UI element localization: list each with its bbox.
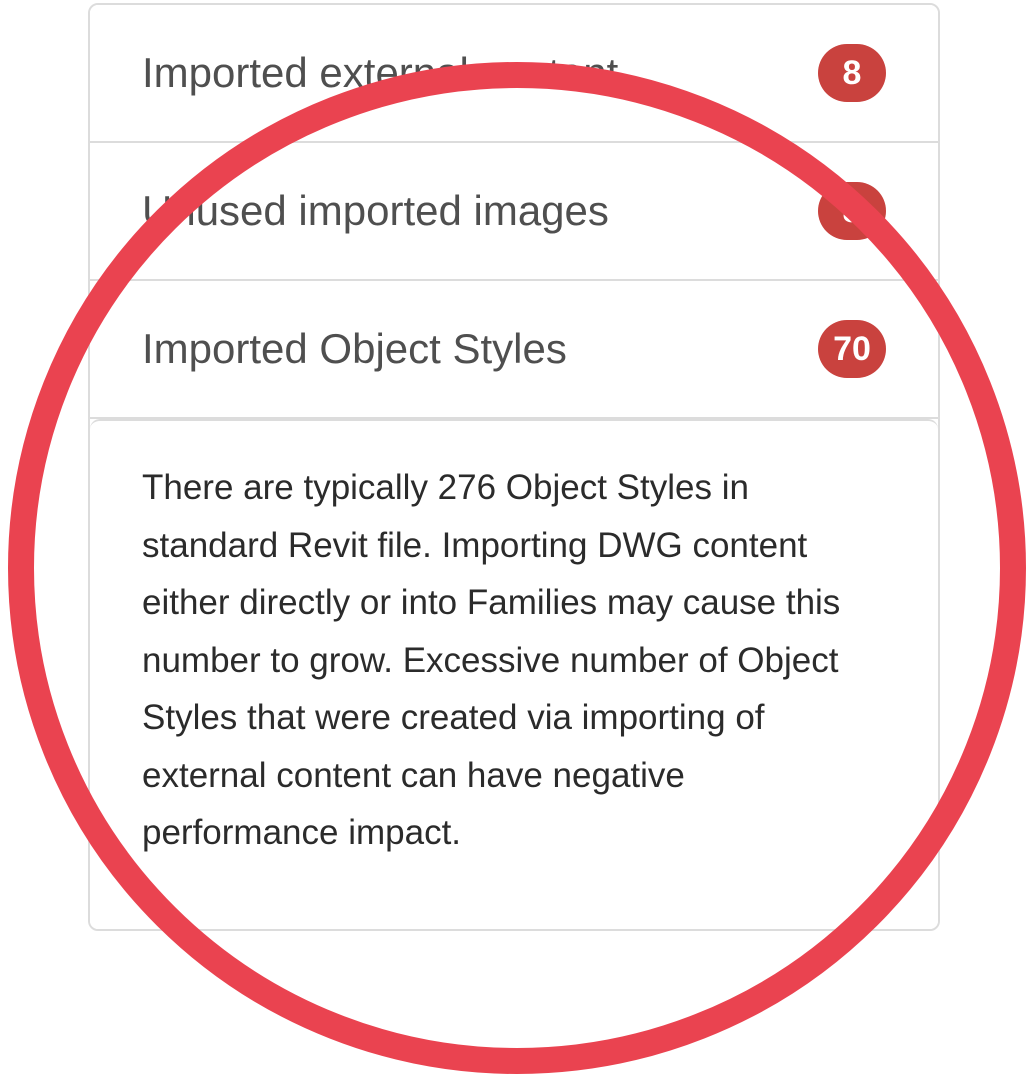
list-item-imported-object-styles[interactable]: Imported Object Styles 70 (90, 281, 938, 419)
count-badge: 70 (818, 320, 886, 378)
audit-list-panel: Imported external content 8 Unused impor… (88, 3, 940, 931)
list-item-label: Imported external content (142, 49, 619, 96)
detail-description: There are typically 276 Object Styles in… (142, 468, 841, 852)
list-item-imported-external-content[interactable]: Imported external content 8 (90, 5, 938, 143)
list-item-label: Unused imported images (142, 187, 609, 234)
count-badge: 8 (818, 182, 886, 240)
list-item-unused-imported-images[interactable]: Unused imported images 8 (90, 143, 938, 281)
list-item-label: Imported Object Styles (142, 325, 567, 372)
detail-panel: There are typically 276 Object Styles in… (90, 419, 938, 929)
count-badge: 8 (818, 44, 886, 102)
